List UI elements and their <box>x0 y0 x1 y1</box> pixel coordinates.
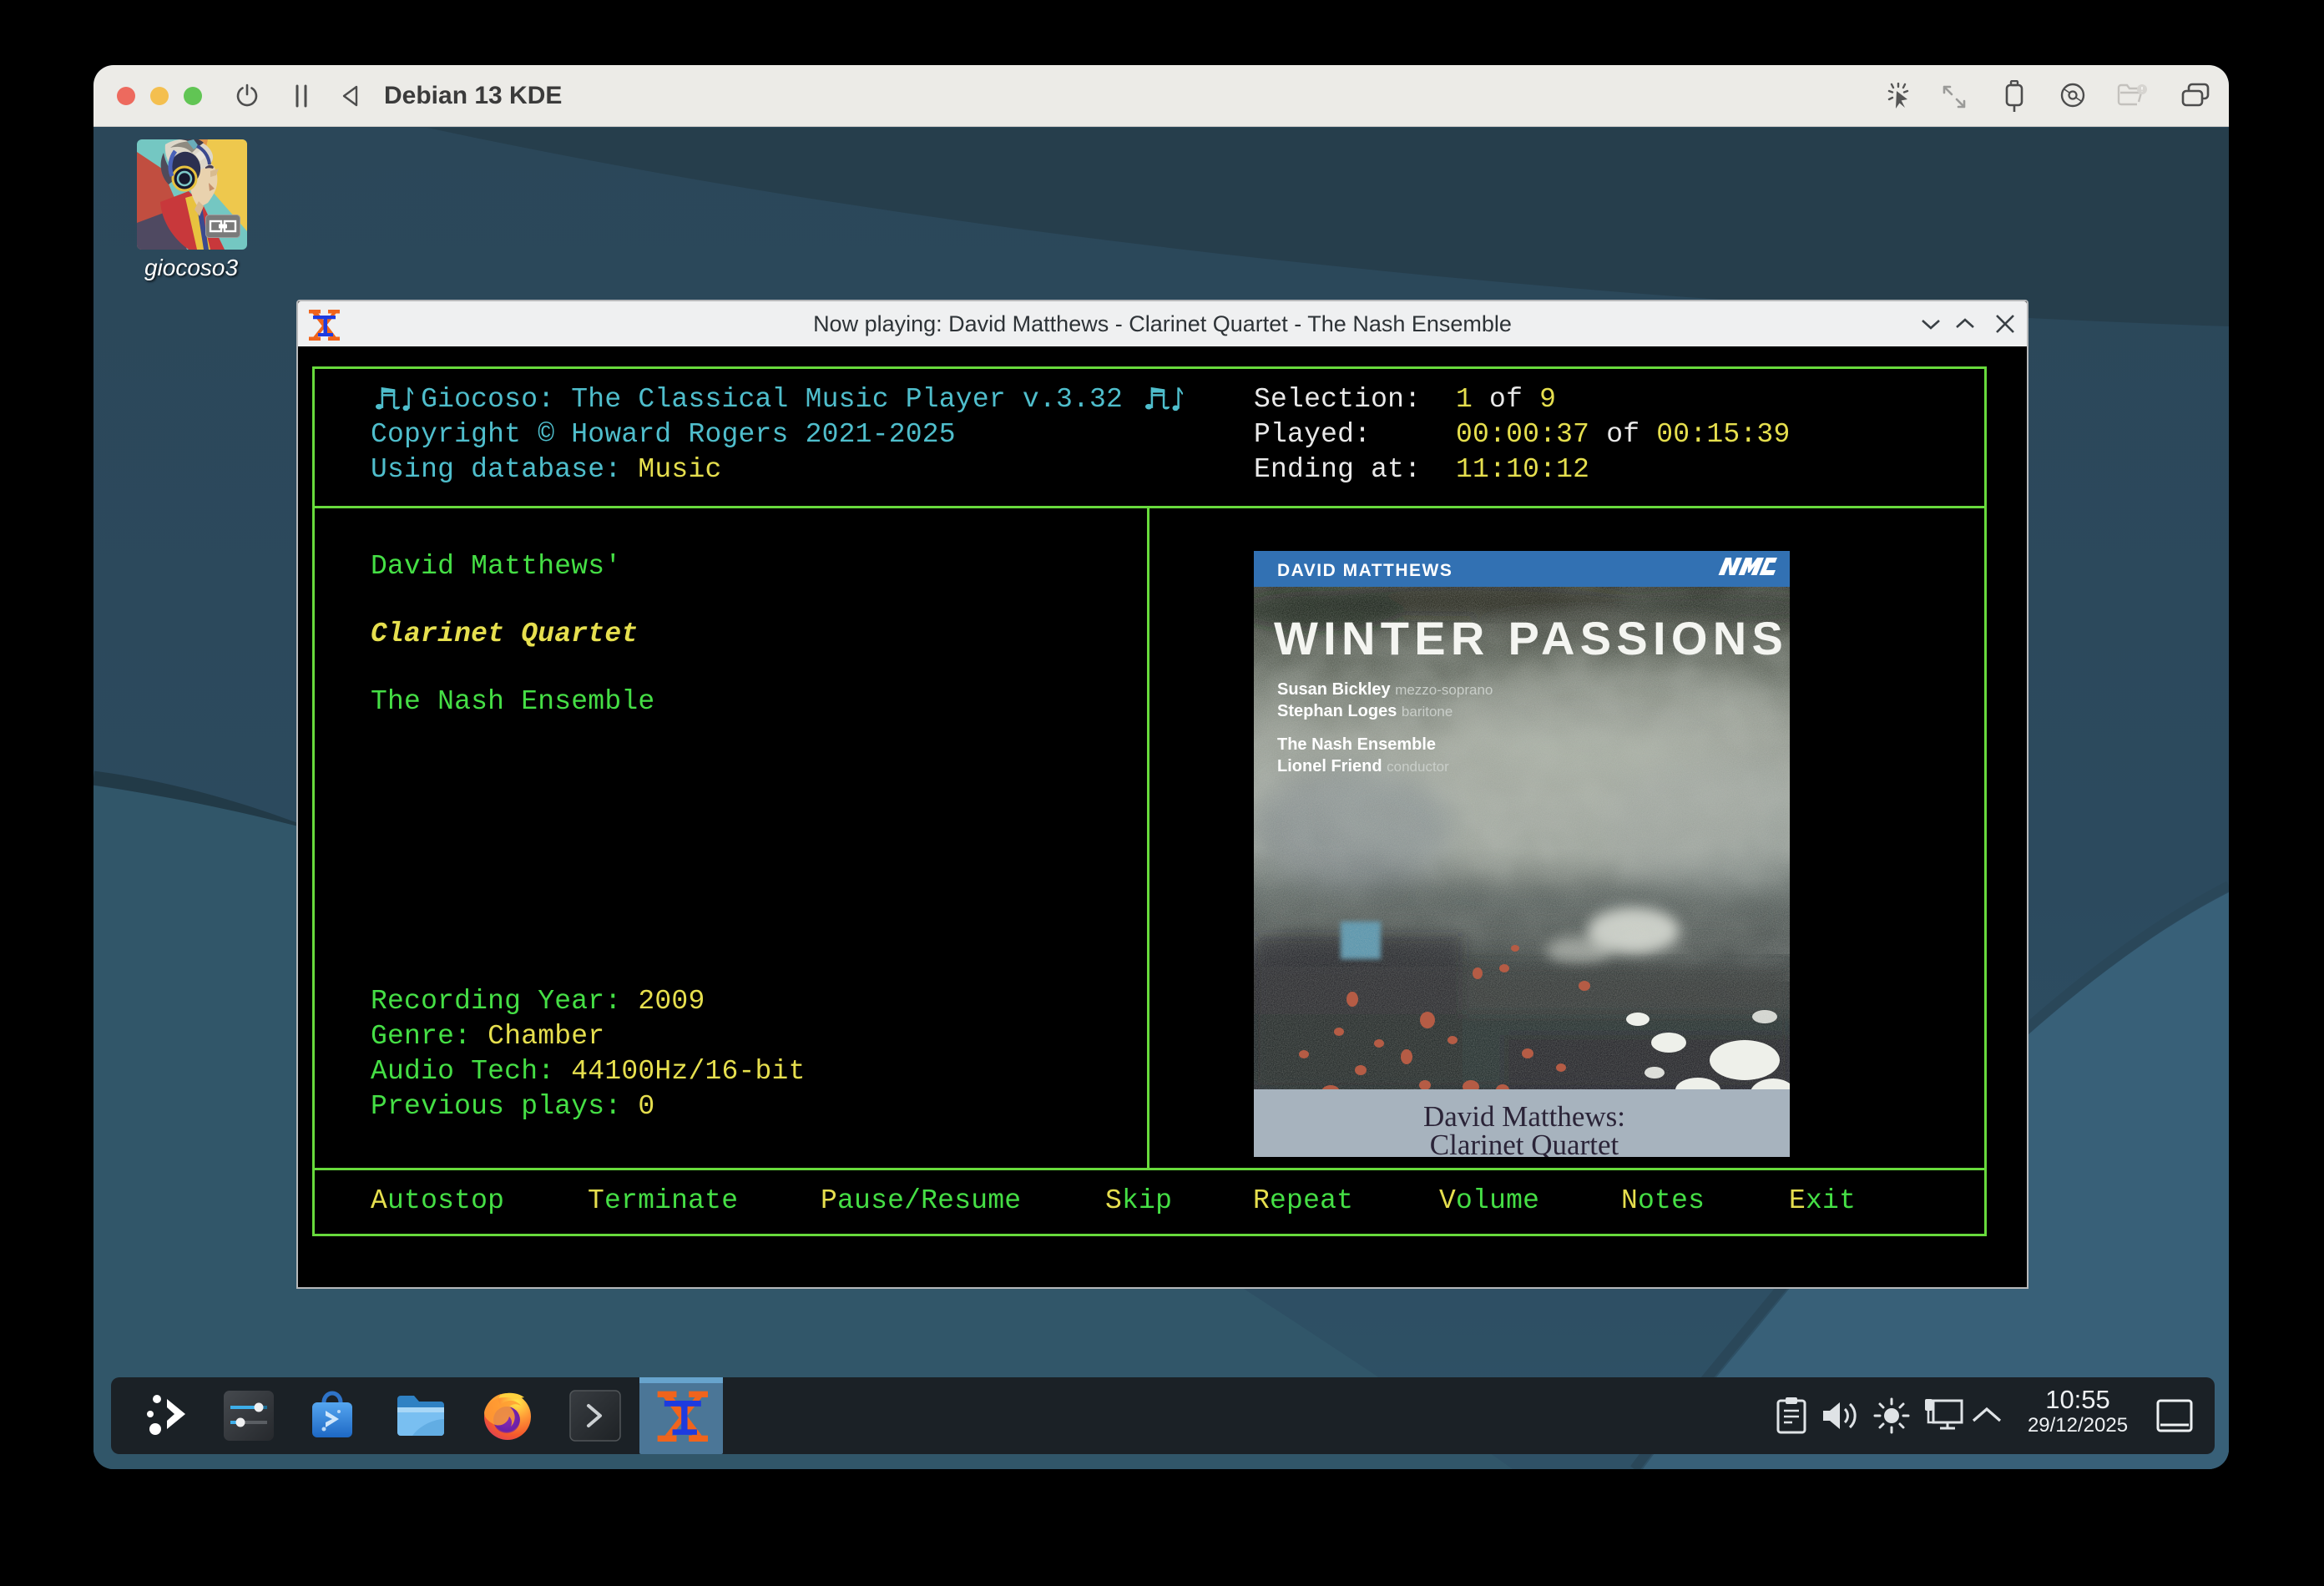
svg-text:WINTER PASSIONS: WINTER PASSIONS <box>1274 612 1788 664</box>
svg-text:Clarinet Quartet: Clarinet Quartet <box>1430 1129 1619 1157</box>
svg-text:Stephan Loges baritone: Stephan Loges baritone <box>1277 702 1452 720</box>
svg-text:Susan Bickley mezzo-soprano: Susan Bickley mezzo-soprano <box>1277 680 1493 699</box>
svg-text:The Nash Ensemble: The Nash Ensemble <box>1277 735 1436 754</box>
svg-text:Lionel Friend conductor: Lionel Friend conductor <box>1277 757 1449 775</box>
svg-text:DAVID MATTHEWS: DAVID MATTHEWS <box>1277 561 1452 580</box>
